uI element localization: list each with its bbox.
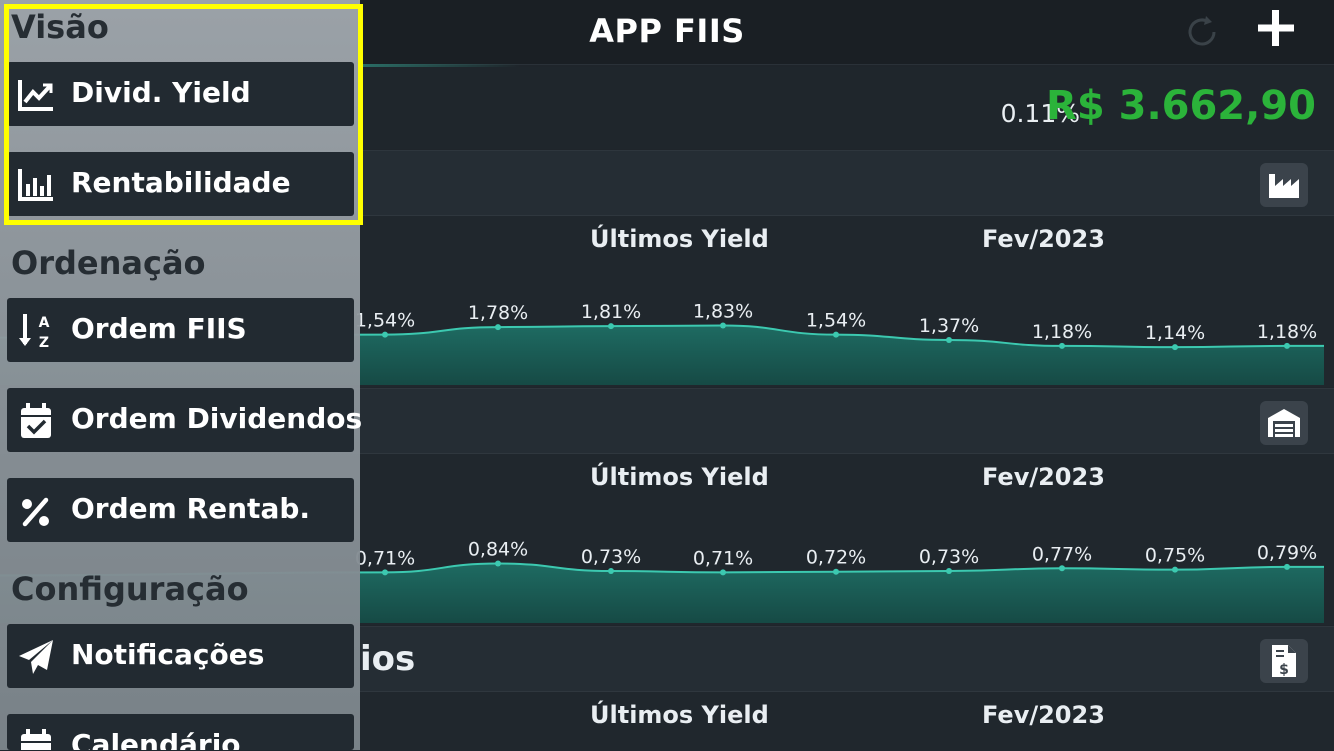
svg-text:Z: Z bbox=[39, 335, 49, 350]
ordem-dividendos-label: Ordem Dividendos bbox=[71, 402, 363, 435]
calendario-button[interactable]: Calendário bbox=[7, 714, 354, 750]
calendar-check-icon bbox=[21, 403, 51, 438]
yield-point bbox=[608, 323, 614, 330]
fii-card-icon-button[interactable] bbox=[1260, 401, 1308, 445]
section-title-configuracao: Configuração bbox=[11, 570, 249, 608]
yield-value-label: 0,79% bbox=[1257, 542, 1317, 564]
yield-value-label: 0,77% bbox=[1032, 543, 1092, 565]
last-yield-label: Últimos Yield bbox=[590, 701, 769, 729]
sort-alpha-down-icon: A Z bbox=[19, 314, 50, 350]
percent-icon bbox=[22, 497, 49, 527]
yield-value-label: 0,71% bbox=[693, 547, 753, 569]
yield-point bbox=[1284, 342, 1290, 349]
yield-point bbox=[382, 331, 388, 338]
yield-value-label: 1,54% bbox=[355, 310, 415, 332]
yield-point bbox=[720, 569, 726, 576]
yield-value-label: 1,18% bbox=[1032, 321, 1092, 343]
calendar-icon bbox=[21, 729, 51, 750]
section-title-visao: Visão bbox=[11, 8, 109, 46]
ordem-dividendos-button[interactable]: Ordem Dividendos bbox=[7, 388, 362, 452]
yield-point bbox=[382, 569, 388, 576]
chart-line-icon bbox=[18, 80, 53, 111]
yield-point bbox=[495, 560, 501, 567]
svg-text:$: $ bbox=[1279, 662, 1289, 678]
yield-value-label: 0,73% bbox=[919, 546, 979, 568]
divid-yield-button[interactable]: Divid. Yield bbox=[7, 62, 354, 126]
yield-value-label: 0,71% bbox=[355, 547, 415, 569]
yield-value-label: 1,37% bbox=[919, 315, 979, 337]
last-yield-label: Últimos Yield bbox=[590, 463, 769, 491]
yield-point bbox=[495, 324, 501, 331]
yield-point bbox=[1172, 566, 1178, 573]
yield-value-label: 1,83% bbox=[693, 301, 753, 323]
paper-plane-icon bbox=[19, 640, 53, 674]
month-label: Fev/2023 bbox=[982, 463, 1105, 491]
yield-value-label: 1,78% bbox=[468, 302, 528, 324]
calendario-label: Calendário bbox=[71, 728, 241, 750]
month-label: Fev/2023 bbox=[982, 701, 1105, 729]
section-title-ordenacao: Ordenação bbox=[11, 244, 206, 282]
fii-card-icon-button[interactable]: $ bbox=[1260, 639, 1308, 683]
yield-value-label: 1,81% bbox=[581, 301, 641, 323]
invoice-dollar-icon: $ bbox=[1272, 645, 1296, 678]
last-yield-label: Últimos Yield bbox=[590, 225, 769, 253]
ordem-fiis-label: Ordem FIIS bbox=[71, 312, 247, 345]
yield-value-label: 0,84% bbox=[468, 539, 528, 561]
month-label: Fev/2023 bbox=[982, 225, 1105, 253]
yield-point bbox=[946, 336, 952, 343]
side-menu: Visão Divid. Yield Rentabilidade Ordenaç… bbox=[0, 0, 363, 750]
svg-text:A: A bbox=[39, 315, 50, 331]
rentabilidade-label: Rentabilidade bbox=[71, 166, 291, 199]
summary-total-value: R$ 3.662,90 bbox=[1046, 83, 1316, 129]
yield-point bbox=[833, 568, 839, 575]
yield-value-label: 0,73% bbox=[581, 546, 641, 568]
yield-point bbox=[833, 331, 839, 338]
ordem-rentab-label: Ordem Rentab. bbox=[71, 492, 311, 525]
plus-icon[interactable] bbox=[1256, 8, 1296, 48]
yield-point bbox=[1172, 344, 1178, 351]
warehouse-icon bbox=[1268, 409, 1300, 437]
yield-point bbox=[608, 568, 614, 575]
yield-point bbox=[1059, 565, 1065, 572]
chart-bar-icon bbox=[18, 169, 53, 201]
fii-card-icon-button[interactable] bbox=[1260, 163, 1308, 207]
yield-value-label: 1,54% bbox=[806, 310, 866, 332]
yield-point bbox=[1059, 342, 1065, 349]
yield-value-label: 1,14% bbox=[1145, 322, 1205, 344]
yield-value-label: 0,75% bbox=[1145, 545, 1205, 567]
yield-point bbox=[946, 568, 952, 575]
yield-point bbox=[1284, 563, 1290, 570]
refresh-icon[interactable] bbox=[1184, 14, 1220, 50]
notificacoes-label: Notificações bbox=[71, 638, 265, 671]
rentabilidade-button[interactable]: Rentabilidade bbox=[7, 152, 354, 216]
yield-value-label: 1,18% bbox=[1257, 321, 1317, 343]
ordem-fiis-button[interactable]: A Z Ordem FIIS bbox=[7, 298, 354, 362]
factory-icon bbox=[1269, 174, 1299, 198]
notificacoes-button[interactable]: Notificações bbox=[7, 624, 354, 688]
fii-card-title: ios bbox=[360, 639, 416, 679]
yield-point bbox=[720, 322, 726, 329]
divid-yield-label: Divid. Yield bbox=[71, 76, 251, 109]
yield-value-label: 0,72% bbox=[806, 547, 866, 569]
ordem-rentab-button[interactable]: Ordem Rentab. bbox=[7, 478, 354, 542]
